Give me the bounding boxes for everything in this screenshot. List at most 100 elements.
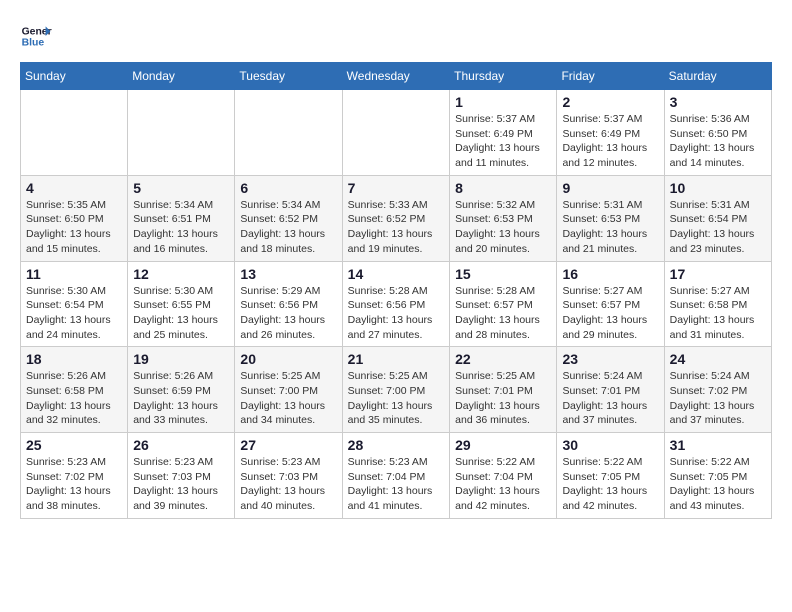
- day-info: Sunrise: 5:34 AMSunset: 6:51 PMDaylight:…: [133, 198, 229, 257]
- day-info: Sunrise: 5:24 AMSunset: 7:02 PMDaylight:…: [670, 369, 766, 428]
- day-info: Sunrise: 5:23 AMSunset: 7:04 PMDaylight:…: [348, 455, 444, 514]
- calendar-cell: 10 Sunrise: 5:31 AMSunset: 6:54 PMDayligh…: [664, 175, 771, 261]
- day-info: Sunrise: 5:25 AMSunset: 7:00 PMDaylight:…: [240, 369, 336, 428]
- day-info: Sunrise: 5:33 AMSunset: 6:52 PMDaylight:…: [348, 198, 444, 257]
- week-row-4: 18 Sunrise: 5:26 AMSunset: 6:58 PMDayligh…: [21, 347, 772, 433]
- day-number: 19: [133, 351, 229, 367]
- day-number: 7: [348, 180, 444, 196]
- day-info: Sunrise: 5:37 AMSunset: 6:49 PMDaylight:…: [455, 112, 551, 171]
- calendar-cell: 2 Sunrise: 5:37 AMSunset: 6:49 PMDaylight…: [557, 90, 664, 176]
- day-number: 1: [455, 94, 551, 110]
- weekday-header-friday: Friday: [557, 63, 664, 90]
- day-number: 20: [240, 351, 336, 367]
- calendar-cell: 29Sunrise: 5:22 AMSunset: 7:04 PMDayligh…: [450, 433, 557, 519]
- calendar-cell: 27 Sunrise: 5:23 AMSunset: 7:03 PMDayligh…: [235, 433, 342, 519]
- page-header: General Blue: [20, 20, 772, 52]
- calendar-cell: 6Sunrise: 5:34 AMSunset: 6:52 PMDaylight…: [235, 175, 342, 261]
- day-number: 25: [26, 437, 122, 453]
- day-number: 18: [26, 351, 122, 367]
- day-info: Sunrise: 5:32 AMSunset: 6:53 PMDaylight:…: [455, 198, 551, 257]
- calendar-cell: 30 Sunrise: 5:22 AMSunset: 7:05 PMDayligh…: [557, 433, 664, 519]
- calendar-cell: 14 Sunrise: 5:28 AMSunset: 6:56 PMDayligh…: [342, 261, 449, 347]
- calendar-cell: 28 Sunrise: 5:23 AMSunset: 7:04 PMDayligh…: [342, 433, 449, 519]
- day-info: Sunrise: 5:26 AMSunset: 6:59 PMDaylight:…: [133, 369, 229, 428]
- day-number: 3: [670, 94, 766, 110]
- calendar-cell: [235, 90, 342, 176]
- calendar-cell: 31 Sunrise: 5:22 AMSunset: 7:05 PMDayligh…: [664, 433, 771, 519]
- day-number: 6: [240, 180, 336, 196]
- day-info: Sunrise: 5:30 AMSunset: 6:54 PMDaylight:…: [26, 284, 122, 343]
- day-info: Sunrise: 5:22 AMSunset: 7:05 PMDaylight:…: [670, 455, 766, 514]
- calendar-cell: 25 Sunrise: 5:23 AMSunset: 7:02 PMDayligh…: [21, 433, 128, 519]
- day-number: 10: [670, 180, 766, 196]
- day-info: Sunrise: 5:22 AMSunset: 7:05 PMDaylight:…: [562, 455, 658, 514]
- calendar-cell: 1 Sunrise: 5:37 AMSunset: 6:49 PMDaylight…: [450, 90, 557, 176]
- day-info: Sunrise: 5:25 AMSunset: 7:01 PMDaylight:…: [455, 369, 551, 428]
- day-info: Sunrise: 5:28 AMSunset: 6:56 PMDaylight:…: [348, 284, 444, 343]
- day-info: Sunrise: 5:28 AMSunset: 6:57 PMDaylight:…: [455, 284, 551, 343]
- calendar-cell: 3 Sunrise: 5:36 AMSunset: 6:50 PMDaylight…: [664, 90, 771, 176]
- day-info: Sunrise: 5:31 AMSunset: 6:53 PMDaylight:…: [562, 198, 658, 257]
- weekday-header-monday: Monday: [128, 63, 235, 90]
- day-number: 14: [348, 266, 444, 282]
- day-number: 2: [562, 94, 658, 110]
- day-info: Sunrise: 5:29 AMSunset: 6:56 PMDaylight:…: [240, 284, 336, 343]
- day-info: Sunrise: 5:23 AMSunset: 7:03 PMDaylight:…: [240, 455, 336, 514]
- calendar-cell: 5 Sunrise: 5:34 AMSunset: 6:51 PMDaylight…: [128, 175, 235, 261]
- day-info: Sunrise: 5:27 AMSunset: 6:57 PMDaylight:…: [562, 284, 658, 343]
- calendar-cell: 13 Sunrise: 5:29 AMSunset: 6:56 PMDayligh…: [235, 261, 342, 347]
- calendar-cell: 21Sunrise: 5:25 AMSunset: 7:00 PMDayligh…: [342, 347, 449, 433]
- day-number: 23: [562, 351, 658, 367]
- calendar-cell: 15 Sunrise: 5:28 AMSunset: 6:57 PMDayligh…: [450, 261, 557, 347]
- weekday-header-wednesday: Wednesday: [342, 63, 449, 90]
- weekday-header-thursday: Thursday: [450, 63, 557, 90]
- weekday-header-row: SundayMondayTuesdayWednesdayThursdayFrid…: [21, 63, 772, 90]
- calendar-cell: 4 Sunrise: 5:35 AMSunset: 6:50 PMDaylight…: [21, 175, 128, 261]
- calendar-cell: 19 Sunrise: 5:26 AMSunset: 6:59 PMDayligh…: [128, 347, 235, 433]
- logo: General Blue: [20, 20, 52, 52]
- calendar-cell: 8 Sunrise: 5:32 AMSunset: 6:53 PMDaylight…: [450, 175, 557, 261]
- day-number: 15: [455, 266, 551, 282]
- calendar-cell: 20 Sunrise: 5:25 AMSunset: 7:00 PMDayligh…: [235, 347, 342, 433]
- day-number: 22: [455, 351, 551, 367]
- calendar-cell: [128, 90, 235, 176]
- day-number: 5: [133, 180, 229, 196]
- day-number: 11: [26, 266, 122, 282]
- day-number: 31: [670, 437, 766, 453]
- calendar-table: SundayMondayTuesdayWednesdayThursdayFrid…: [20, 62, 772, 519]
- day-number: 16: [562, 266, 658, 282]
- day-info: Sunrise: 5:35 AMSunset: 6:50 PMDaylight:…: [26, 198, 122, 257]
- calendar-cell: 18 Sunrise: 5:26 AMSunset: 6:58 PMDayligh…: [21, 347, 128, 433]
- day-info: Sunrise: 5:27 AMSunset: 6:58 PMDaylight:…: [670, 284, 766, 343]
- week-row-2: 4 Sunrise: 5:35 AMSunset: 6:50 PMDaylight…: [21, 175, 772, 261]
- weekday-header-sunday: Sunday: [21, 63, 128, 90]
- weekday-header-saturday: Saturday: [664, 63, 771, 90]
- day-info: Sunrise: 5:31 AMSunset: 6:54 PMDaylight:…: [670, 198, 766, 257]
- week-row-3: 11 Sunrise: 5:30 AMSunset: 6:54 PMDayligh…: [21, 261, 772, 347]
- day-number: 27: [240, 437, 336, 453]
- day-number: 30: [562, 437, 658, 453]
- logo-icon: General Blue: [20, 20, 52, 52]
- calendar-cell: 26 Sunrise: 5:23 AMSunset: 7:03 PMDayligh…: [128, 433, 235, 519]
- calendar-cell: 22 Sunrise: 5:25 AMSunset: 7:01 PMDayligh…: [450, 347, 557, 433]
- day-number: 9: [562, 180, 658, 196]
- day-info: Sunrise: 5:26 AMSunset: 6:58 PMDaylight:…: [26, 369, 122, 428]
- day-number: 4: [26, 180, 122, 196]
- calendar-cell: [21, 90, 128, 176]
- day-info: Sunrise: 5:30 AMSunset: 6:55 PMDaylight:…: [133, 284, 229, 343]
- day-info: Sunrise: 5:23 AMSunset: 7:03 PMDaylight:…: [133, 455, 229, 514]
- calendar-cell: 11 Sunrise: 5:30 AMSunset: 6:54 PMDayligh…: [21, 261, 128, 347]
- day-info: Sunrise: 5:23 AMSunset: 7:02 PMDaylight:…: [26, 455, 122, 514]
- svg-text:Blue: Blue: [22, 38, 45, 49]
- day-number: 24: [670, 351, 766, 367]
- day-number: 8: [455, 180, 551, 196]
- day-number: 28: [348, 437, 444, 453]
- calendar-cell: 24 Sunrise: 5:24 AMSunset: 7:02 PMDayligh…: [664, 347, 771, 433]
- day-info: Sunrise: 5:37 AMSunset: 6:49 PMDaylight:…: [562, 112, 658, 171]
- day-number: 13: [240, 266, 336, 282]
- day-number: 26: [133, 437, 229, 453]
- day-info: Sunrise: 5:36 AMSunset: 6:50 PMDaylight:…: [670, 112, 766, 171]
- calendar-cell: 17Sunrise: 5:27 AMSunset: 6:58 PMDayligh…: [664, 261, 771, 347]
- calendar-cell: 23Sunrise: 5:24 AMSunset: 7:01 PMDayligh…: [557, 347, 664, 433]
- day-info: Sunrise: 5:22 AMSunset: 7:04 PMDaylight:…: [455, 455, 551, 514]
